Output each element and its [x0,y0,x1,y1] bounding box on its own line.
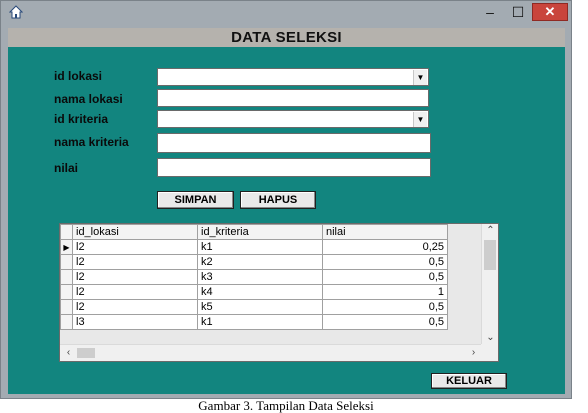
row-indicator-header [60,224,73,240]
current-row-arrow-icon: ▶ [60,239,73,255]
row-indicator [60,299,73,315]
table-row[interactable]: l2 k2 0,5 [60,254,448,270]
cell-id-kriteria[interactable]: k1 [197,239,323,255]
maximize-icon: ☐ [511,3,525,20]
scroll-up-icon[interactable]: ⌃ [482,225,498,236]
cell-id-kriteria[interactable]: k4 [197,284,323,300]
column-header-nilai[interactable]: nilai [322,224,448,240]
nama-lokasi-label: nama lokasi [54,92,123,106]
cell-id-kriteria[interactable]: k5 [197,299,323,315]
home-icon [8,5,24,19]
column-header-id-lokasi[interactable]: id_lokasi [72,224,198,240]
cell-id-kriteria[interactable]: k3 [197,269,323,285]
data-grid[interactable]: id_lokasi id_kriteria nilai ▶ l2 k1 0,25… [59,223,499,362]
cell-nilai[interactable]: 0,25 [322,239,448,255]
hapus-button[interactable]: HAPUS [240,191,316,209]
table-row[interactable]: l2 k5 0,5 [60,299,448,315]
grid-header-row: id_lokasi id_kriteria nilai [60,224,448,240]
nilai-label: nilai [54,161,79,175]
cell-id-kriteria[interactable]: k2 [197,254,323,270]
column-header-id-kriteria[interactable]: id_kriteria [197,224,323,240]
horizontal-scroll-thumb[interactable] [77,348,95,358]
vertical-scrollbar[interactable]: ⌃ ⌄ [481,224,498,344]
table-row[interactable]: l2 k3 0,5 [60,269,448,285]
minimize-icon: – [486,4,494,20]
cell-nilai[interactable]: 0,5 [322,314,448,330]
row-indicator [60,284,73,300]
table-row[interactable]: l2 k4 1 [60,284,448,300]
id-kriteria-label: id kriteria [54,112,109,126]
grid-table: id_lokasi id_kriteria nilai ▶ l2 k1 0,25… [60,224,448,330]
cell-nilai[interactable]: 0,5 [322,299,448,315]
scroll-left-icon[interactable]: ‹ [60,347,77,358]
cell-id-kriteria[interactable]: k1 [197,314,323,330]
cell-nilai[interactable]: 0,5 [322,269,448,285]
page-title: DATA SELEKSI [231,29,342,46]
table-row[interactable]: ▶ l2 k1 0,25 [60,239,448,255]
scroll-down-icon[interactable]: ⌄ [482,332,498,343]
cell-nilai[interactable]: 1 [322,284,448,300]
maximize-button[interactable]: ☐ [506,3,530,21]
vertical-scroll-thumb[interactable] [484,240,496,270]
scroll-right-icon[interactable]: › [465,347,482,358]
row-indicator [60,269,73,285]
id-lokasi-select[interactable]: ▼ [157,68,429,86]
close-button[interactable]: ✕ [532,3,568,21]
keluar-button[interactable]: KELUAR [431,373,507,389]
cell-id-lokasi[interactable]: l2 [72,269,198,285]
cell-nilai[interactable]: 0,5 [322,254,448,270]
row-indicator [60,254,73,270]
cell-id-lokasi[interactable]: l3 [72,314,198,330]
minimize-button[interactable]: – [478,3,502,21]
cell-id-lokasi[interactable]: l2 [72,239,198,255]
nama-lokasi-field[interactable] [157,89,429,107]
close-icon: ✕ [544,4,556,19]
nama-kriteria-field[interactable] [157,133,431,153]
id-kriteria-select[interactable]: ▼ [157,110,429,128]
nama-kriteria-label: nama kriteria [54,135,129,149]
row-indicator [60,314,73,330]
chevron-down-icon[interactable]: ▼ [413,70,427,85]
cell-id-lokasi[interactable]: l2 [72,284,198,300]
scrollbar-corner [481,344,498,361]
cell-id-lokasi[interactable]: l2 [72,254,198,270]
nilai-field[interactable] [157,158,431,177]
id-lokasi-label: id lokasi [54,69,103,83]
chevron-down-icon[interactable]: ▼ [413,112,427,127]
cell-id-lokasi[interactable]: l2 [72,299,198,315]
table-row[interactable]: l3 k1 0,5 [60,314,448,330]
simpan-button[interactable]: SIMPAN [157,191,234,209]
horizontal-scrollbar[interactable]: ‹ › [60,344,482,361]
